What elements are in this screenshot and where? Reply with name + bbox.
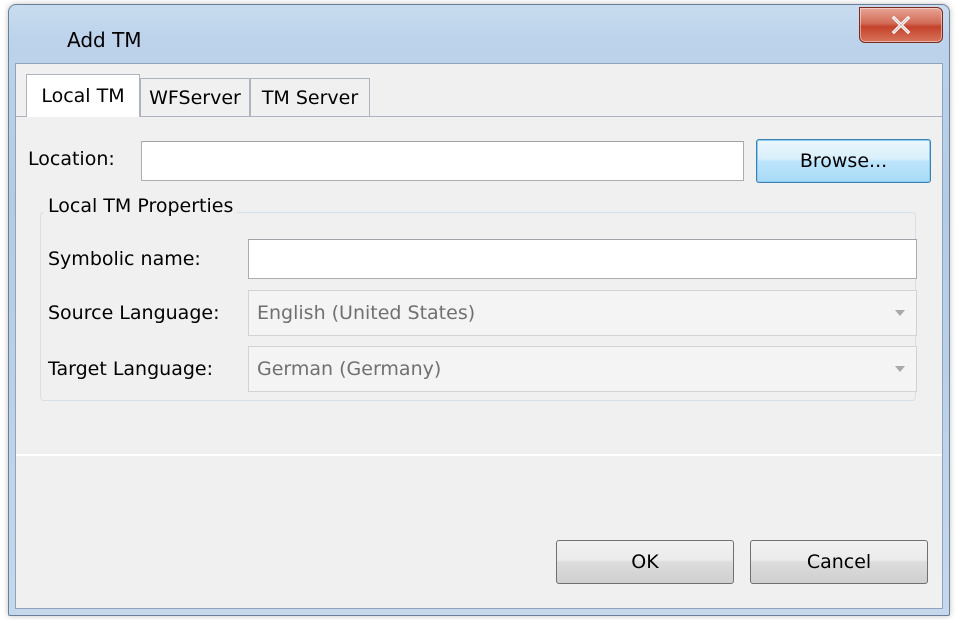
ok-button-label: OK <box>631 551 659 573</box>
location-input[interactable] <box>141 141 744 181</box>
target-language-value: German (Germany) <box>257 358 442 380</box>
location-label: Location: <box>28 148 115 170</box>
dialog-client-area: Local TM WFServer TM Server Location: Br… <box>15 63 943 609</box>
tab-label: Local TM <box>41 85 125 107</box>
chevron-down-icon <box>894 291 906 335</box>
source-language-value: English (United States) <box>257 302 476 324</box>
tab-strip: Local TM WFServer TM Server <box>16 64 942 124</box>
window-icon <box>21 19 61 51</box>
symbolic-name-label: Symbolic name: <box>48 248 201 270</box>
cancel-button-label: Cancel <box>806 551 872 573</box>
title-bar[interactable]: Add TM <box>9 5 949 63</box>
target-language-label: Target Language: <box>48 358 213 380</box>
chevron-down-icon <box>894 347 906 391</box>
window-title: Add TM <box>67 28 142 52</box>
close-button[interactable] <box>859 7 943 43</box>
tab-local-tm[interactable]: Local TM <box>26 74 140 117</box>
close-icon <box>891 16 911 34</box>
browse-button[interactable]: Browse... <box>756 139 931 183</box>
target-language-select[interactable]: German (Germany) <box>248 346 917 392</box>
ok-button[interactable]: OK <box>556 540 734 584</box>
tab-label: TM Server <box>261 86 359 109</box>
add-tm-dialog: Add TM Local TM WFServer TM Server Locat… <box>8 4 950 616</box>
browse-button-label: Browse... <box>799 150 888 172</box>
tab-panel-local-tm: Location: Browse... Local TM Properties … <box>16 117 942 456</box>
group-title: Local TM Properties <box>44 195 238 217</box>
tab-tm-server[interactable]: TM Server <box>250 78 370 116</box>
tab-wfserver[interactable]: WFServer <box>140 78 250 116</box>
source-language-label: Source Language: <box>48 302 220 324</box>
tab-label: WFServer <box>149 86 241 109</box>
cancel-button[interactable]: Cancel <box>750 540 928 584</box>
source-language-select[interactable]: English (United States) <box>248 290 917 336</box>
symbolic-name-input[interactable] <box>248 239 917 279</box>
dialog-footer: OK Cancel <box>16 456 942 608</box>
